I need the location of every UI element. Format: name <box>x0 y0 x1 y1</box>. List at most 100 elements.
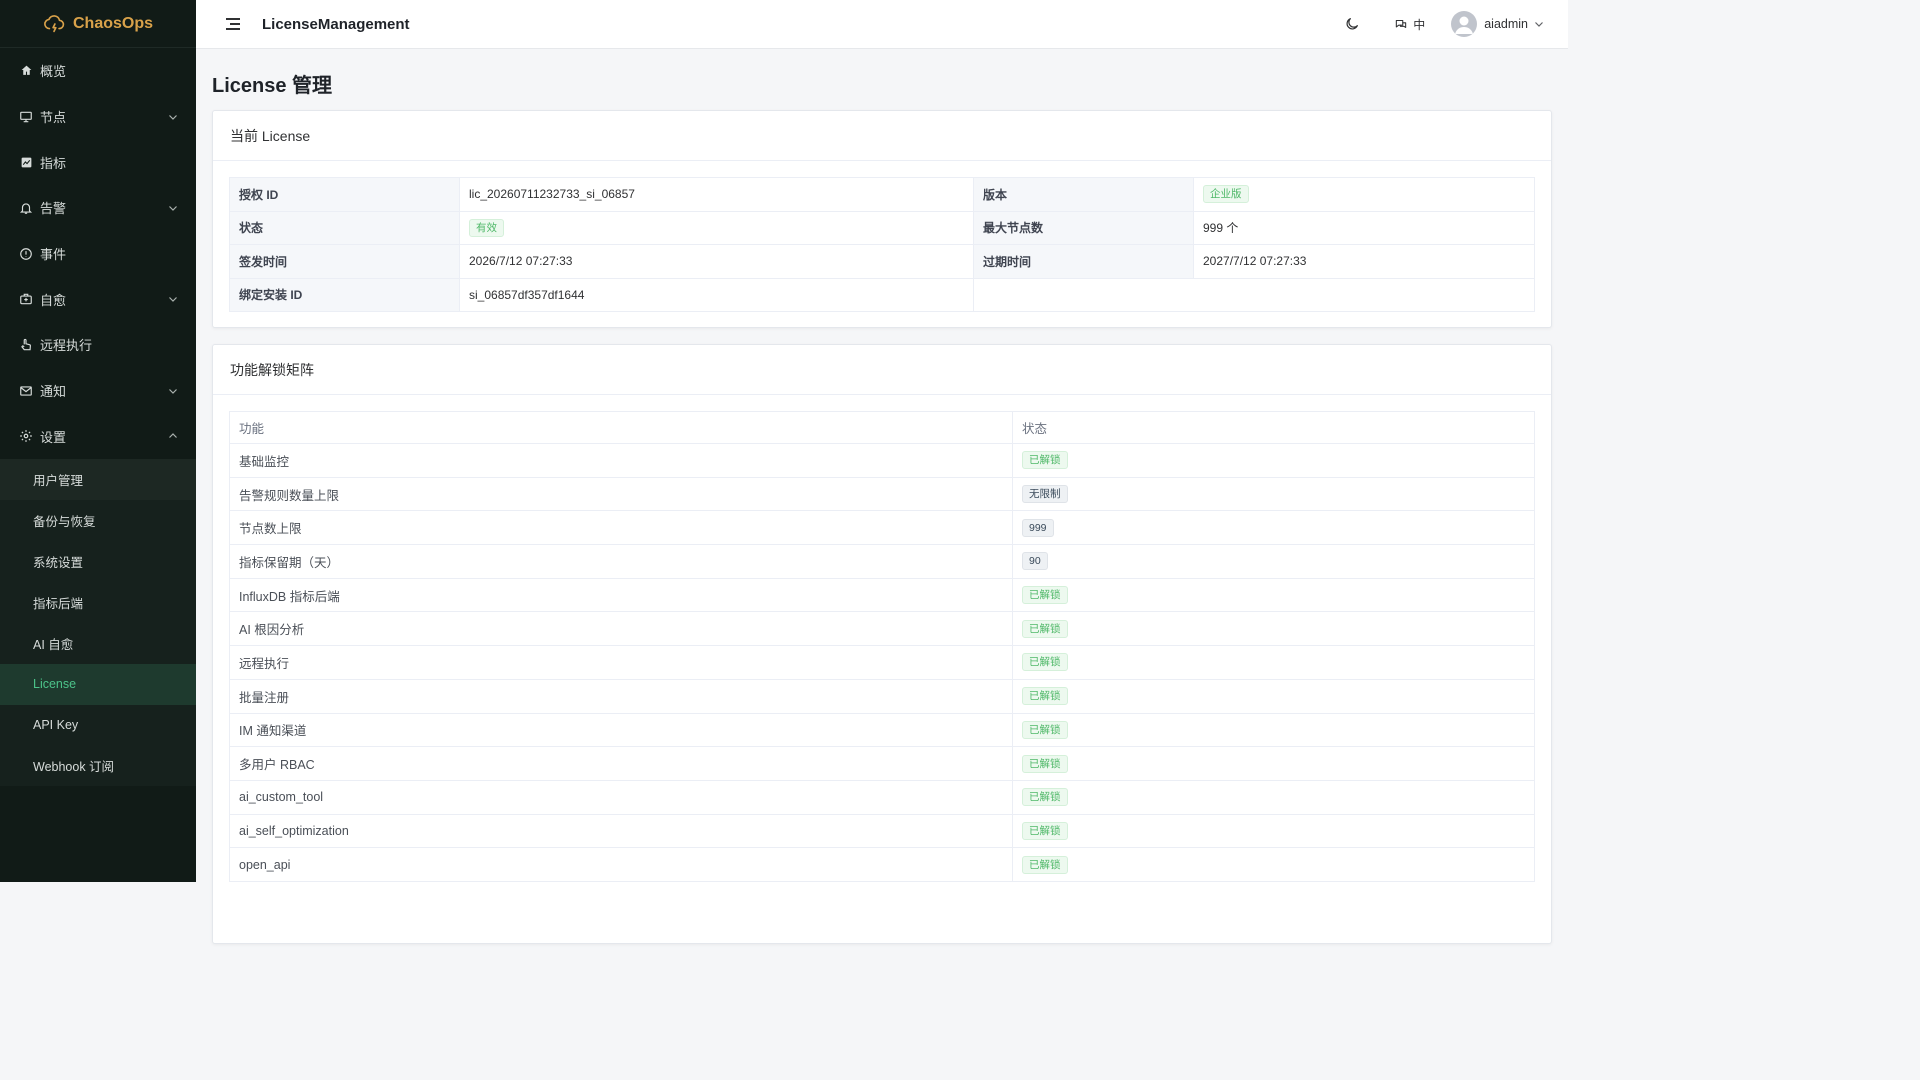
feature-status: 无限制 <box>1012 476 1535 512</box>
feature-status: 已解锁 <box>1012 746 1535 781</box>
table-row: 指标保留期（天） 90 <box>229 544 1535 579</box>
card-title: 当前 License <box>213 111 1551 161</box>
sidebar-item[interactable]: 自愈 <box>0 276 196 322</box>
field-value: 2026/7/12 07:27:33 <box>459 244 974 279</box>
sidebar-item-label: 自愈 <box>40 292 67 308</box>
field-value: lic_20260711232733_si_06857 <box>459 177 974 212</box>
sidebar-item-label: 指标 <box>40 155 67 171</box>
feature-name: IM 通知渠道 <box>229 712 1013 748</box>
menu-toggle-icon[interactable] <box>226 18 240 30</box>
language-label: 中 <box>1413 17 1426 32</box>
sidebar-item[interactable]: 远程执行 <box>0 322 196 368</box>
table-row: AI 根因分析 已解锁 <box>229 611 1535 647</box>
submenu-item[interactable]: 备份与恢复 <box>0 500 196 541</box>
sidebar: ChaosOps 概览节点指标告警事件自愈远程执行 通知设置用户管理 备份与恢复 系统… <box>0 0 196 882</box>
sidebar-item[interactable]: 概览 <box>0 48 196 94</box>
feature-status: 90 <box>1012 544 1535 579</box>
status-badge: 已解锁 <box>1022 821 1068 840</box>
sidebar-item[interactable]: 指标 <box>0 139 196 185</box>
moon-icon[interactable] <box>1344 16 1360 32</box>
feature-table: 功能 状态 基础监控 已解锁 告警规则数量上限 无限制 节点数上限 999 指标保留期（天）… <box>229 411 1535 882</box>
status-badge: 已解锁 <box>1022 687 1068 706</box>
field-value: 999 个 <box>1193 210 1535 245</box>
gear-icon <box>19 429 33 443</box>
feature-name: 批量注册 <box>229 678 1013 714</box>
sidebar-item[interactable]: 设置 <box>0 414 196 460</box>
user-menu[interactable]: aiadmin <box>1451 11 1544 37</box>
submenu-item[interactable]: License <box>0 663 196 705</box>
table-row: 多用户 RBAC 已解锁 <box>229 746 1535 781</box>
feature-status: 已解锁 <box>1012 847 1535 882</box>
column-header-status: 状态 <box>1012 411 1535 444</box>
field-label: 签发时间 <box>229 244 460 279</box>
feature-status: 已解锁 <box>1012 611 1535 647</box>
feature-name: ai_custom_tool <box>229 779 1013 815</box>
sidebar-item-label: 概览 <box>40 64 67 80</box>
status-badge: 已解锁 <box>1022 653 1068 672</box>
feature-status: 已解锁 <box>1012 712 1535 748</box>
status-badge: 有效 <box>469 218 504 237</box>
status-badge: 已解锁 <box>1022 855 1068 874</box>
sidebar-item-label: 设置 <box>40 429 67 445</box>
submenu-item[interactable]: Webhook 订阅 <box>0 745 196 786</box>
table-row: 基础监控 已解锁 <box>229 443 1535 478</box>
chevron-down-icon <box>168 112 178 122</box>
sidebar-menu: 概览节点指标告警事件自愈远程执行 通知设置用户管理 备份与恢复 系统设置 指标后端 AI … <box>0 48 196 787</box>
status-badge: 已解锁 <box>1022 586 1068 605</box>
chevron-down-icon <box>168 386 178 396</box>
feature-name: ai_self_optimization <box>229 813 1013 849</box>
status-badge: 无限制 <box>1022 485 1068 504</box>
user-name: aiadmin <box>1484 17 1528 31</box>
status-badge: 已解锁 <box>1022 451 1068 470</box>
feature-status: 已解锁 <box>1012 645 1535 680</box>
chevron-down-icon <box>168 203 178 213</box>
sidebar-item[interactable]: 事件 <box>0 231 196 277</box>
submenu-item[interactable]: API Key <box>0 705 196 746</box>
field-value: 企业版 <box>1193 177 1535 212</box>
app-name: ChaosOps <box>72 14 153 32</box>
table-row: 远程执行 已解锁 <box>229 645 1535 680</box>
field-value: 2027/7/12 07:27:33 <box>1193 244 1535 279</box>
sidebar-item[interactable]: 节点 <box>0 94 196 140</box>
sidebar-item[interactable]: 通知 <box>0 368 196 414</box>
feature-name: InfluxDB 指标后端 <box>229 577 1013 613</box>
logo[interactable]: ChaosOps <box>0 0 196 48</box>
empty-cell <box>973 277 1535 312</box>
feature-status: 已解锁 <box>1012 678 1535 714</box>
translate-icon <box>1394 17 1408 31</box>
card-title: 功能解锁矩阵 <box>213 345 1551 395</box>
chevron-down-icon <box>1534 19 1544 29</box>
page-title: License 管理 <box>212 75 333 97</box>
feature-name: 节点数上限 <box>229 510 1013 546</box>
feature-status: 999 <box>1012 510 1535 546</box>
submenu-item[interactable]: AI 自愈 <box>0 623 196 664</box>
monitor-icon <box>19 110 33 124</box>
avatar <box>1451 11 1478 37</box>
chart-icon <box>19 155 33 169</box>
status-badge: 已解锁 <box>1022 619 1068 638</box>
hand-icon <box>19 338 33 352</box>
header-title: LicenseManagement <box>262 15 410 33</box>
medkit-icon <box>19 292 33 306</box>
submenu-item[interactable]: 系统设置 <box>0 541 196 582</box>
table-row: IM 通知渠道 已解锁 <box>229 712 1535 748</box>
language-switch[interactable]: 中 <box>1394 16 1425 33</box>
submenu-item[interactable]: 用户管理 <box>0 459 196 501</box>
sidebar-item[interactable]: 告警 <box>0 185 196 231</box>
sidebar-item-label: 告警 <box>40 201 67 217</box>
field-value: 有效 <box>459 210 974 245</box>
status-badge: 90 <box>1022 552 1048 571</box>
column-header-feature: 功能 <box>229 411 1013 444</box>
field-value: si_06857df357df1644 <box>459 277 974 312</box>
status-badge: 已解锁 <box>1022 720 1068 739</box>
chevron-up-icon <box>168 431 178 441</box>
table-header-row: 功能 状态 <box>229 411 1535 444</box>
submenu-item[interactable]: 指标后端 <box>0 582 196 623</box>
status-badge: 已解锁 <box>1022 754 1068 773</box>
main-content: License 管理 当前 License 授权 ID lic_202607112… <box>196 49 1568 944</box>
cloud-lightning-icon <box>43 13 65 35</box>
mail-icon <box>19 384 33 398</box>
field-label: 授权 ID <box>229 177 460 212</box>
feature-status: 已解锁 <box>1012 577 1535 613</box>
sidebar-item-label: 节点 <box>40 110 67 126</box>
